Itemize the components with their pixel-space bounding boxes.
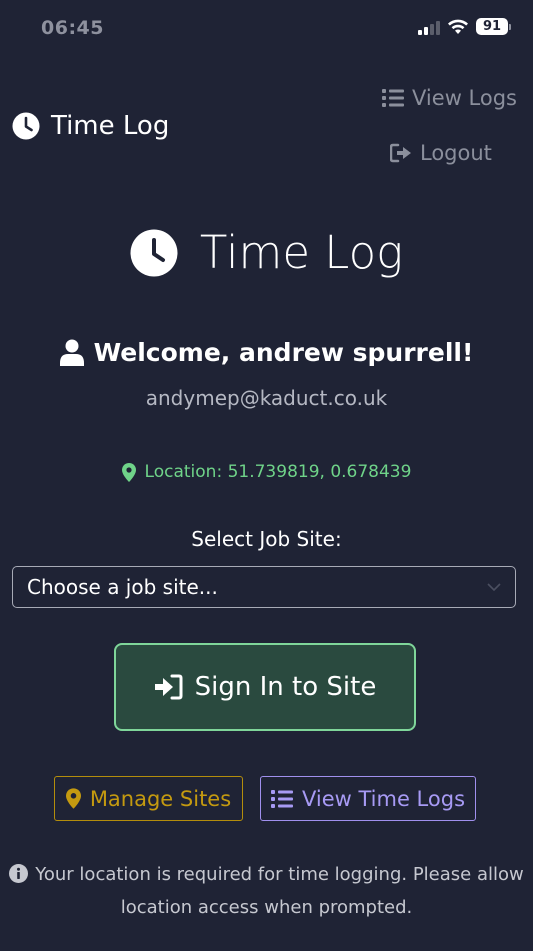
manage-sites-label: Manage Sites	[89, 786, 232, 811]
page-title: Time Log	[199, 226, 404, 279]
brand-title: Time Log	[51, 111, 170, 141]
logout-label: Logout	[420, 141, 492, 165]
sign-in-label: Sign In to Site	[194, 672, 377, 702]
info-icon	[9, 864, 29, 883]
manage-sites-button[interactable]: Manage Sites	[54, 776, 243, 821]
signal-icon	[418, 19, 440, 35]
view-logs-link[interactable]: View Logs	[382, 86, 517, 110]
hero: Time Log	[0, 226, 533, 279]
status-icons: 91	[418, 18, 511, 35]
battery-level: 91	[476, 18, 508, 35]
welcome-line: Welcome, andrew spurrell!	[0, 338, 533, 367]
logout-icon	[390, 143, 411, 163]
status-time: 06:45	[41, 17, 104, 39]
job-site-label: Select Job Site:	[191, 527, 342, 551]
location-note-line-1: Your location is required for time loggi…	[0, 858, 533, 891]
location-note: Your location is required for time loggi…	[0, 858, 533, 924]
location-status: Location: 51.739819, 0.678439	[0, 462, 533, 482]
logout-link[interactable]: Logout	[390, 141, 492, 165]
clock-icon	[130, 229, 178, 276]
map-marker-icon	[121, 462, 136, 482]
list-icon	[270, 789, 293, 808]
clock-icon	[12, 112, 40, 140]
sign-in-icon	[154, 674, 183, 700]
list-icon	[382, 89, 405, 107]
user-email: andymep@kaduct.co.uk	[145, 386, 388, 410]
user-icon	[59, 339, 84, 366]
view-time-logs-label: View Time Logs	[301, 786, 466, 811]
sign-in-button[interactable]: Sign In to Site	[114, 643, 416, 731]
view-time-logs-button[interactable]: View Time Logs	[260, 776, 476, 821]
job-site-select[interactable]: Choose a job site...	[12, 566, 516, 608]
view-logs-label: View Logs	[412, 86, 517, 110]
nav-brand[interactable]: Time Log	[12, 111, 169, 141]
battery-icon: 91	[476, 18, 511, 35]
chevron-down-icon	[487, 582, 501, 591]
note-text-line-1: Your location is required for time loggi…	[35, 864, 524, 885]
location-text: Location: 51.739819, 0.678439	[144, 462, 412, 482]
wifi-icon	[448, 19, 468, 34]
note-text-line-2: location access when prompted.	[120, 897, 413, 918]
job-site-selected: Choose a job site...	[27, 575, 218, 599]
welcome-text: Welcome, andrew spurrell!	[93, 338, 474, 367]
map-marker-icon	[65, 788, 81, 809]
